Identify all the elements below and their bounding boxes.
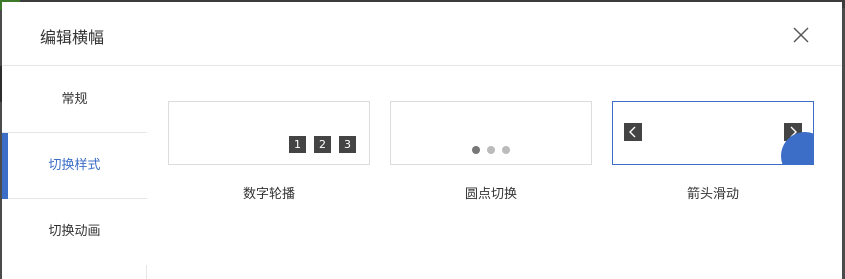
number-2-box: 2	[314, 136, 331, 153]
dialog-header: 编辑横幅	[2, 2, 842, 66]
dot-indicator-active	[472, 146, 480, 154]
option-number-carousel[interactable]: 1 2 3	[168, 101, 370, 165]
nav-item-switch-style[interactable]: 切换样式	[2, 133, 147, 199]
check-icon	[809, 160, 814, 165]
option-arrow-slide[interactable]	[612, 101, 814, 165]
close-icon[interactable]	[790, 24, 812, 46]
number-3-box: 3	[339, 136, 356, 153]
nav-item-switch-animation[interactable]: 切换动画	[2, 199, 147, 265]
dialog-title: 编辑横幅	[40, 28, 105, 47]
side-nav: 常规 切换样式 切换动画	[2, 67, 147, 279]
nav-item-general[interactable]: 常规	[2, 67, 147, 133]
dot-indicator	[487, 146, 495, 154]
chevron-left-icon	[624, 123, 642, 141]
option-dot-switch[interactable]	[390, 101, 592, 165]
edit-banner-dialog: 编辑横幅 常规 切换样式 切换动画 1 2 3 数字轮播 圆点切换 箭头滑动	[2, 2, 842, 279]
option-dot-switch-label: 圆点切换	[464, 187, 517, 202]
option-number-carousel-label: 数字轮播	[242, 187, 295, 202]
option-arrow-slide-label: 箭头滑动	[686, 187, 739, 202]
style-options: 1 2 3 数字轮播 圆点切换 箭头滑动	[148, 67, 842, 279]
number-1-box: 1	[289, 136, 306, 153]
dot-indicator	[502, 146, 510, 154]
